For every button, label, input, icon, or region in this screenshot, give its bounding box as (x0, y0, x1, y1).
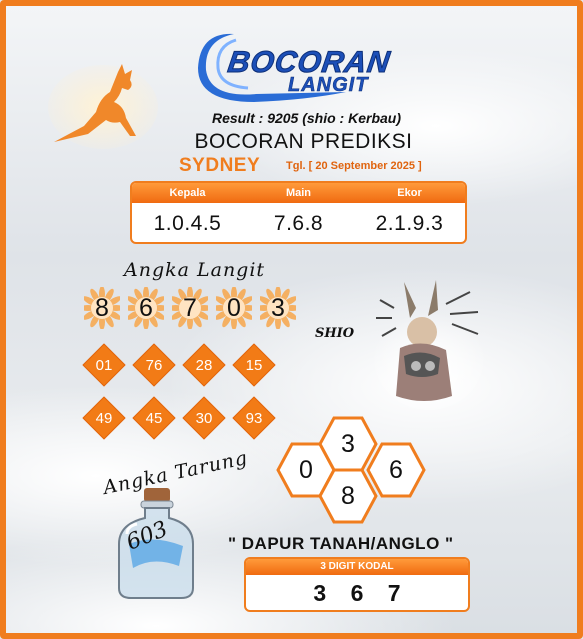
pair-text: 28 (195, 356, 213, 374)
angka-langit-pair: 49 (82, 396, 126, 440)
pair-text: 93 (245, 409, 263, 427)
hex-digit-right: 6 (389, 456, 403, 484)
digit-text: 8 (95, 293, 109, 322)
pair-text: 76 (145, 356, 163, 374)
hex-digit-bottom: 8 (341, 482, 355, 510)
digit-text: 6 (139, 293, 153, 322)
digit-text: 0 (227, 293, 241, 322)
angka-langit-digit: 7 (172, 287, 208, 329)
kodal-box: 3 DIGIT KODAL 3 6 7 (244, 557, 470, 612)
digit-text: 7 (183, 293, 197, 322)
result-line: Result : 9205 (shio : Kerbau) (211, 110, 402, 126)
angka-langit-pair: 30 (182, 396, 226, 440)
prediction-table: Kepala Main Ekor 1.0.4.5 7.6.8 2.1.9.3 (130, 181, 467, 244)
hex-digit-left: 0 (299, 456, 313, 484)
angka-langit-pairs: 01 76 28 15 49 45 30 93 (82, 343, 292, 440)
market-name: SYDNEY (179, 155, 261, 176)
kodal-label: 3 DIGIT KODAL (246, 559, 468, 575)
prediction-poster: BOCORAN LANGIT Result : 9205 (shio : Ker… (0, 0, 583, 639)
prediction-table-row: 1.0.4.5 7.6.8 2.1.9.3 (132, 203, 465, 242)
angka-langit-pair: 76 (132, 343, 176, 387)
value-ekor: 2.1.9.3 (375, 212, 444, 235)
date-label: Tgl. [ 20 September 2025 ] (286, 160, 422, 172)
pair-text: 01 (95, 356, 113, 374)
angka-langit-pair: 15 (232, 343, 276, 387)
column-header-kepala: Kepala (169, 187, 206, 199)
angka-langit-digits: 8 6 7 0 3 (84, 287, 296, 329)
angka-langit-title: Angka Langit (124, 259, 266, 281)
pair-text: 49 (95, 409, 113, 427)
pair-text: 45 (145, 409, 163, 427)
angka-langit-pair: 28 (182, 343, 226, 387)
value-kepala: 1.0.4.5 (153, 212, 222, 235)
angka-langit-pair: 45 (132, 396, 176, 440)
angka-langit-pair: 01 (82, 343, 126, 387)
angka-langit-digit: 6 (128, 287, 164, 329)
value-main: 7.6.8 (273, 212, 324, 235)
rabbit-illustration (374, 280, 484, 410)
pair-text: 15 (245, 356, 263, 374)
kodal-value: 3 6 7 (313, 580, 410, 606)
angka-langit-pair: 93 (232, 396, 276, 440)
column-header-main: Main (285, 187, 312, 199)
digit-text: 3 (271, 293, 285, 322)
logo-text-langit: LANGIT (288, 74, 369, 97)
prediction-table-header: Kepala Main Ekor (132, 183, 465, 203)
page-title: BOCORAN PREDIKSI (194, 130, 413, 153)
column-header-ekor: Ekor (397, 187, 422, 199)
angka-langit-digit: 3 (260, 287, 296, 329)
pair-text: 30 (195, 409, 213, 427)
shio-name: " DAPUR TANAH/ANGLO " (228, 534, 454, 553)
hex-digit-top: 3 (341, 430, 355, 458)
angka-langit-digit: 0 (216, 287, 252, 329)
shio-label: SHIO (315, 326, 355, 341)
angka-langit-digit: 8 (84, 287, 120, 329)
